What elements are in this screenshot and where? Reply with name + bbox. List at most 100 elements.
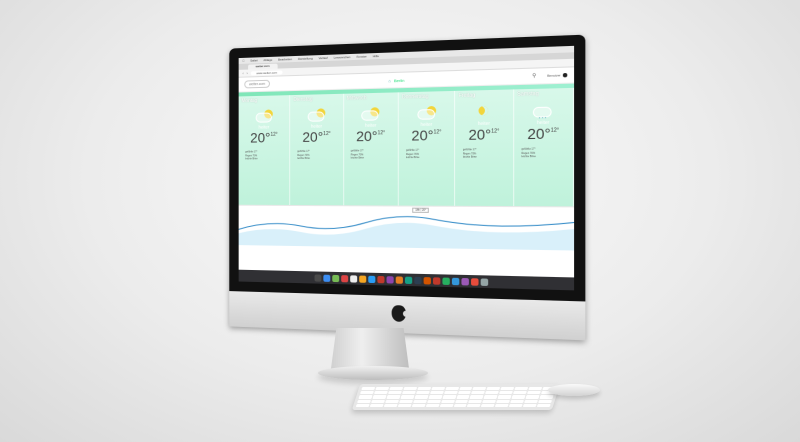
location-pin-icon: ⌂ <box>388 77 391 83</box>
key <box>425 403 440 407</box>
temp-high: 20° <box>468 125 492 143</box>
key <box>443 391 458 395</box>
browser-tab[interactable]: wetter.com <box>248 63 278 70</box>
key <box>499 391 514 395</box>
temperature: 20°12° <box>517 125 569 145</box>
key <box>453 403 468 407</box>
dock-app-icon[interactable] <box>376 275 384 283</box>
url-field[interactable]: www.wetter.com <box>250 69 283 75</box>
temperature-curve <box>238 206 575 251</box>
key <box>415 391 430 395</box>
dock-app-icon[interactable] <box>460 277 469 285</box>
dock-app-icon[interactable] <box>480 277 488 286</box>
forecast-day[interactable]: Mittwoch heiter 20°12° gefühlte 17° Regen 70… <box>343 92 399 206</box>
key <box>514 387 529 391</box>
key <box>440 399 455 403</box>
detail-wind: leichte Brise <box>245 157 258 161</box>
imac-monitor:  Safari Ablage Bearbeiten Darstellung V… <box>229 34 586 341</box>
dock-app-icon[interactable] <box>358 275 366 283</box>
forecast-day[interactable]: Freitag heiter 20°12° gefühlte 17° Regen 70%… <box>455 89 514 207</box>
dock-app-icon[interactable] <box>413 276 422 284</box>
key <box>482 399 497 403</box>
forecast-day[interactable]: Samstag * * * heiter 20°12° gefühlte 17° Rege… <box>513 87 575 207</box>
key <box>426 399 441 403</box>
dock-app-icon[interactable] <box>432 276 440 285</box>
dock-app-icon[interactable] <box>367 275 375 283</box>
menu-item[interactable]: Safari <box>250 58 257 62</box>
back-icon[interactable]: ‹ <box>242 71 243 76</box>
key <box>386 395 401 399</box>
key <box>412 399 427 403</box>
menu-item[interactable]: Ablage <box>263 58 272 62</box>
key <box>524 399 539 403</box>
temp-low: 12° <box>491 128 500 135</box>
key <box>416 387 431 391</box>
forecast-day[interactable]: Dienstag heiter 20°12° gefühlte 17° Regen 70… <box>290 93 344 206</box>
dock-app-icon[interactable] <box>322 274 330 282</box>
dock-app-icon[interactable] <box>340 274 348 282</box>
dock-app-icon[interactable] <box>349 274 357 283</box>
apple-menu-icon[interactable]:  <box>242 59 244 63</box>
key <box>429 391 444 395</box>
mac-dock <box>238 269 575 291</box>
location-selector[interactable]: ⌂ Berlin <box>279 74 521 86</box>
user-menu[interactable]: Benutzer <box>547 72 568 78</box>
forecast-day[interactable]: Donnerstag heiter 20°12° gefühlte 17° Regen … <box>398 90 456 206</box>
dock-app-icon[interactable] <box>441 276 450 285</box>
dock-app-icon[interactable] <box>423 276 431 284</box>
forecast-day[interactable]: Montag heiter 20°12° gefühlte 17° Regen 70% l… <box>238 95 291 205</box>
key <box>455 395 470 399</box>
forecast-graph[interactable]: 18h | 20° <box>238 204 575 251</box>
dock-app-icon[interactable] <box>404 276 412 284</box>
key <box>371 399 386 403</box>
key <box>357 399 372 403</box>
weather-icon <box>253 107 274 123</box>
weather-details: gefühlte 17° Regen 70% leichte Brise <box>459 148 510 160</box>
app-logo[interactable]: wetter.com <box>244 79 270 89</box>
weather-details: gefühlte 17° Regen 70% leichte Brise <box>402 148 451 159</box>
menu-item[interactable]: Lesezeichen <box>334 55 351 60</box>
forward-icon[interactable]: › <box>247 71 248 76</box>
day-name: Dienstag <box>293 96 313 104</box>
dock-app-icon[interactable] <box>386 275 394 284</box>
menu-item[interactable]: Bearbeiten <box>278 57 292 61</box>
temp-high: 20° <box>356 127 378 145</box>
key <box>496 399 511 403</box>
key <box>411 403 426 407</box>
key <box>401 391 416 395</box>
weather-icon <box>415 104 438 121</box>
temp-high: 20° <box>250 129 271 146</box>
dock-app-icon[interactable] <box>451 277 459 285</box>
screen:  Safari Ablage Bearbeiten Darstellung V… <box>238 45 575 291</box>
key <box>525 395 540 399</box>
dock-app-icon[interactable] <box>470 277 478 286</box>
temperature: 20°12° <box>402 126 451 145</box>
weather-details: gefühlte 17° Regen 70% leichte Brise <box>347 149 395 160</box>
graph-tooltip: 18h | 20° <box>412 207 430 213</box>
keyboard <box>351 384 561 410</box>
dock-app-icon[interactable] <box>314 273 321 282</box>
menu-item[interactable]: Verlauf <box>319 56 328 60</box>
menu-item[interactable]: Fenster <box>357 54 367 58</box>
weather-details: gefühlte 17° Regen 70% leichte Brise <box>293 150 339 161</box>
dock-app-icon[interactable] <box>395 275 403 284</box>
key <box>471 391 486 395</box>
key <box>469 395 484 399</box>
temp-low: 12° <box>433 129 442 136</box>
key <box>359 391 374 395</box>
monitor-base <box>318 366 428 380</box>
temperature: 20°12° <box>293 128 339 147</box>
temp-low: 12° <box>377 130 386 137</box>
key <box>355 403 370 407</box>
temperature: 20°12° <box>347 127 395 146</box>
dock-app-icon[interactable] <box>331 274 339 282</box>
key <box>528 387 543 391</box>
key <box>444 387 459 391</box>
search-icon[interactable]: ⚲ <box>532 73 536 80</box>
key <box>500 387 515 391</box>
menu-item[interactable]: Hilfe <box>373 54 379 58</box>
user-name: Benutzer <box>547 73 561 78</box>
key <box>495 403 509 407</box>
day-name: Montag <box>241 97 258 105</box>
menu-item[interactable]: Darstellung <box>298 56 313 61</box>
